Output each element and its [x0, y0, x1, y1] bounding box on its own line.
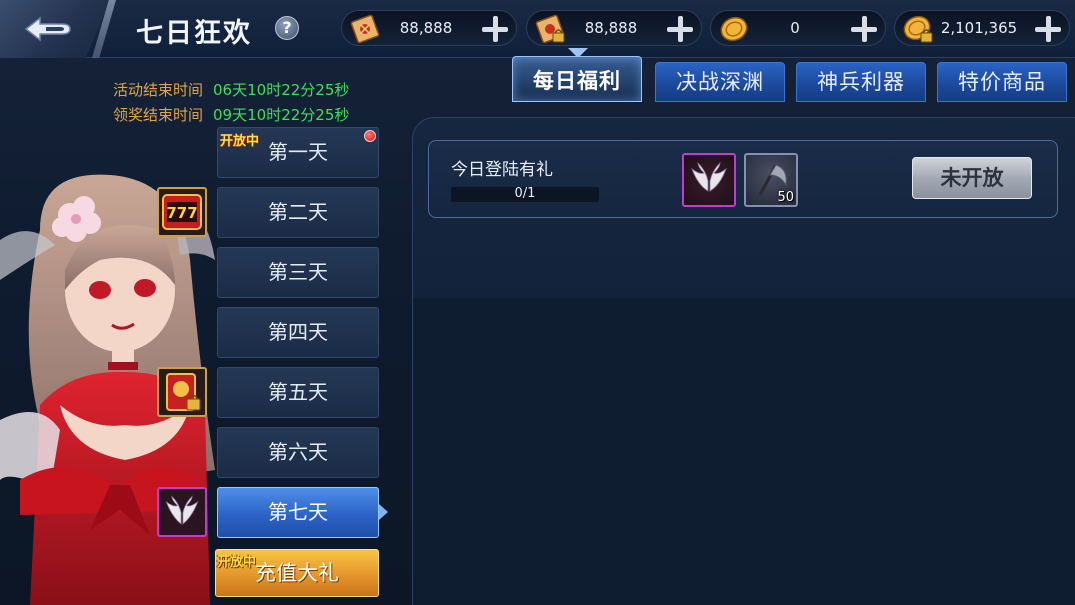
progress-text: 0/1	[514, 186, 536, 201]
resource-scroll: 88,888	[341, 10, 517, 46]
day-2-button[interactable]: 第二天	[217, 187, 379, 238]
resource-locked-scroll: 88,888	[526, 10, 702, 46]
day-3-button[interactable]: 第三天	[217, 247, 379, 298]
reward-quantity: 50	[777, 190, 794, 205]
back-button[interactable]	[0, 0, 110, 58]
add-resource-button[interactable]	[1033, 14, 1063, 44]
add-resource-button[interactable]	[849, 14, 879, 44]
timer-label: 领奖结束时间	[113, 106, 204, 124]
resource-value: 88,888	[584, 19, 638, 37]
scroll-icon	[350, 14, 380, 44]
seven-day-carnival-screen: 七日狂欢 ? 88,888 88,888 0 2,101,365 活动结束时间 …	[0, 0, 1075, 605]
open-tag: 开放中	[217, 555, 257, 570]
slot-777-icon[interactable]: 777	[157, 187, 207, 237]
tab-abyss-battle[interactable]: 决战深渊	[655, 62, 785, 102]
wings-graphic	[165, 495, 199, 525]
resource-value: 0	[790, 19, 800, 37]
resource-locked-coin: 2,101,365	[894, 10, 1070, 46]
reward-end-timer: 领奖结束时间 09天10时22分25秒	[113, 104, 349, 125]
svg-text:777: 777	[166, 204, 197, 222]
activity-end-timer: 活动结束时间 06天10时22分25秒	[113, 79, 349, 100]
locked-scroll-icon	[535, 14, 565, 44]
back-arrow-icon	[24, 16, 71, 42]
locked-card-graphic	[166, 373, 201, 411]
panel-background	[413, 298, 1075, 605]
coin-icon	[720, 16, 748, 42]
timer-label: 活动结束时间	[113, 81, 204, 99]
page-title: 七日狂欢	[136, 18, 252, 49]
content-panel: 今日登陆有礼 0/1 50 未开放	[412, 117, 1075, 605]
reward-item-wings[interactable]	[682, 153, 736, 207]
resource-value: 2,101,365	[940, 19, 1018, 37]
question-mark-icon[interactable]: ?	[275, 16, 299, 40]
top-bar: 七日狂欢 ? 88,888 88,888 0 2,101,365	[0, 0, 1075, 58]
add-resource-button[interactable]	[480, 14, 510, 44]
reward-item-scythe[interactable]: 50	[744, 153, 798, 207]
timer-value: 09天10时22分25秒	[213, 106, 350, 124]
wings-icon	[691, 162, 727, 192]
locked-card-icon[interactable]	[157, 367, 207, 417]
day-7-button[interactable]: 第七天	[217, 487, 379, 538]
task-progress-bar: 0/1	[451, 186, 599, 202]
add-resource-button[interactable]	[665, 14, 695, 44]
task-card: 今日登陆有礼 0/1 50 未开放	[428, 140, 1058, 218]
day-4-button[interactable]: 第四天	[217, 307, 379, 358]
selected-day-pointer	[379, 504, 388, 520]
task-name: 今日登陆有礼	[451, 160, 553, 180]
day-6-button[interactable]: 第六天	[217, 427, 379, 478]
resource-value: 88,888	[399, 19, 453, 37]
tab-daily-welfare[interactable]: 每日福利	[512, 56, 642, 102]
slot-777-graphic: 777	[162, 194, 202, 230]
timer-value: 06天10时22分25秒	[213, 81, 350, 99]
notification-dot	[364, 130, 376, 142]
wings-icon[interactable]	[157, 487, 207, 537]
tab-divine-weapons[interactable]: 神兵利器	[796, 62, 926, 102]
resource-coin: 0	[710, 10, 886, 46]
day-5-button[interactable]: 第五天	[217, 367, 379, 418]
locked-coin-icon	[903, 15, 933, 43]
character-illustration	[0, 174, 215, 605]
tab-special-offers[interactable]: 特价商品	[937, 62, 1067, 102]
open-tag: 开放中	[220, 134, 260, 149]
not-open-button[interactable]: 未开放	[912, 157, 1032, 199]
